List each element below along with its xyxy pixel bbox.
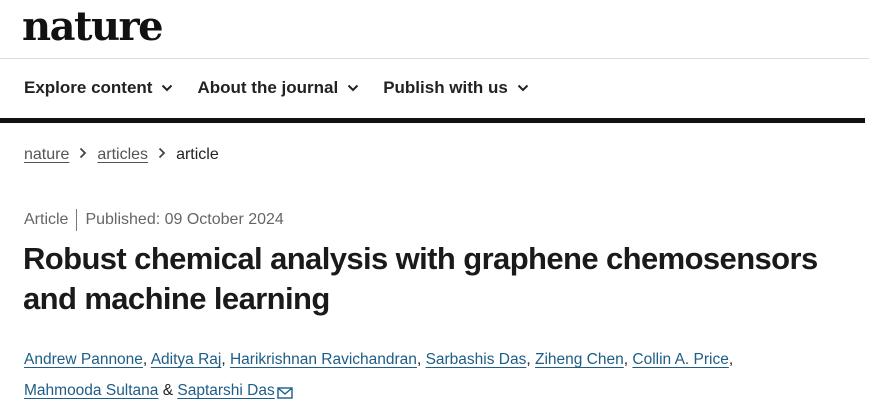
nav-item-label: Explore content [24, 78, 153, 97]
breadcrumb-link-nature[interactable]: nature [24, 146, 69, 164]
author-link[interactable]: Mahmooda Sultana [24, 382, 158, 399]
breadcrumb: nature articles article [24, 146, 219, 164]
author-link[interactable]: Ziheng Chen [535, 351, 624, 368]
author-list: Andrew Pannone, Aditya Raj, Harikrishnan… [24, 344, 854, 410]
nav-item-label: About the journal [197, 78, 339, 97]
published-date: Published: 09 October 2024 [85, 211, 284, 228]
chevron-down-icon [517, 77, 529, 97]
author-link[interactable]: Aditya Raj [151, 351, 222, 368]
nav-about-the-journal[interactable]: About the journal [197, 78, 359, 98]
author-link[interactable]: Harikrishnan Ravichandran [230, 351, 417, 368]
meta-divider [76, 209, 78, 231]
main-nav: Explore content About the journal Publis… [24, 72, 553, 104]
chevron-right-icon [158, 146, 166, 164]
nature-logo[interactable]: nature [22, 2, 164, 52]
nav-explore-content[interactable]: Explore content [24, 78, 173, 98]
author-link[interactable]: Andrew Pannone [24, 351, 143, 368]
article-title: Robust chemical analysis with graphene c… [23, 241, 818, 316]
breadcrumb-current: article [176, 146, 219, 163]
nav-publish-with-us[interactable]: Publish with us [383, 78, 529, 98]
chevron-down-icon [161, 77, 173, 97]
author-link[interactable]: Sarbashis Das [426, 351, 527, 368]
article-meta: Article Published: 09 October 2024 [24, 209, 284, 231]
nav-item-label: Publish with us [383, 78, 508, 97]
author-link[interactable]: Collin A. Price [632, 351, 728, 368]
breadcrumb-link-articles[interactable]: articles [97, 146, 148, 164]
chevron-down-icon [347, 77, 359, 97]
article-type: Article [24, 211, 69, 228]
author-link[interactable]: Saptarshi Das [177, 382, 274, 399]
header-divider [0, 58, 869, 59]
envelope-icon[interactable] [277, 379, 293, 410]
nav-bottom-rule [0, 118, 865, 123]
chevron-right-icon [79, 146, 87, 164]
